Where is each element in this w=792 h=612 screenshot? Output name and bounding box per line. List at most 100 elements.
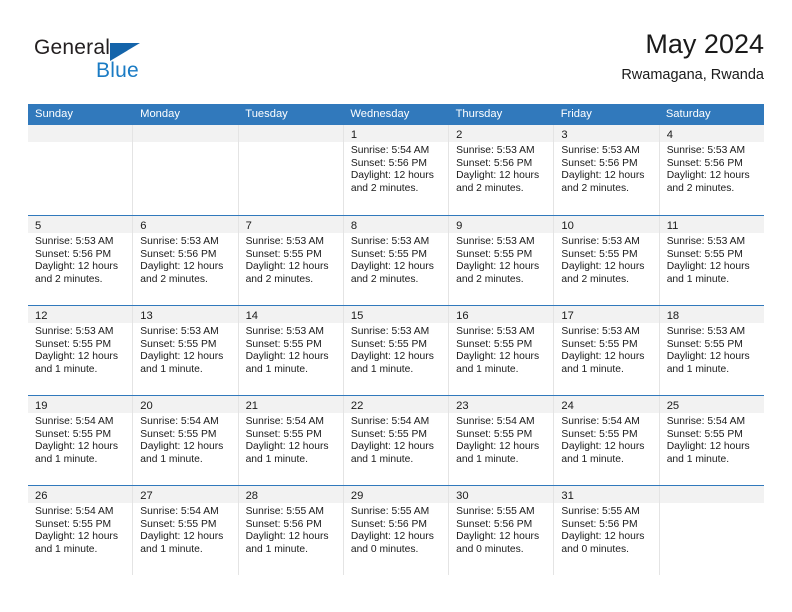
page-title: May 2024 (645, 29, 764, 59)
daylight-text-line1: Daylight: 12 hours (350, 261, 434, 273)
day-cell[interactable]: 25 Sunrise: 5:54 AM Sunset: 5:55 PM Dayligh… (658, 396, 764, 485)
day-cell[interactable]: 30 Sunrise: 5:55 AM Sunset: 5:56 PM Dayligh… (448, 486, 554, 575)
day-cell[interactable]: 13 Sunrise: 5:53 AM Sunset: 5:55 PM Dayligh… (132, 306, 238, 395)
day-cell[interactable]: 12 Sunrise: 5:53 AM Sunset: 5:55 PM Dayligh… (28, 306, 133, 395)
day-info: Sunrise: 5:54 AM Sunset: 5:55 PM Daylight:… (344, 413, 448, 466)
sunrise-text: Sunrise: 5:54 AM (561, 416, 640, 427)
day-cell[interactable]: 19 Sunrise: 5:54 AM Sunset: 5:55 PM Dayligh… (28, 396, 133, 485)
day-cell[interactable]: 6 Sunrise: 5:53 AM Sunset: 5:56 PM Daylight… (132, 216, 238, 305)
day-cell[interactable]: 16 Sunrise: 5:53 AM Sunset: 5:55 PM Dayligh… (448, 306, 554, 395)
calendar-page: General Blue May 2024 Rwamagana, Rwanda … (0, 0, 792, 612)
daylight-text-line1: Daylight: 12 hours (245, 441, 329, 453)
sunset-text: Sunset: 5:55 PM (35, 338, 112, 350)
sunset-text: Sunset: 5:55 PM (350, 428, 427, 440)
sunset-text: Sunset: 5:56 PM (561, 157, 638, 169)
day-cell[interactable]: 5 Sunrise: 5:53 AM Sunset: 5:56 PM Daylight… (28, 216, 133, 305)
daylight-text-line2: and 1 minute. (140, 543, 203, 555)
day-cell[interactable]: 3 Sunrise: 5:53 AM Sunset: 5:56 PM Daylight… (553, 125, 659, 215)
day-cell[interactable]: 22 Sunrise: 5:54 AM Sunset: 5:55 PM Dayligh… (342, 396, 449, 485)
day-info: Sunrise: 5:53 AM Sunset: 5:55 PM Daylight:… (449, 323, 553, 376)
day-number-band: 7 (238, 216, 343, 233)
day-number: 10 (561, 220, 574, 232)
week-row: 12 Sunrise: 5:53 AM Sunset: 5:55 PM Dayligh… (28, 305, 764, 395)
general-blue-logo[interactable]: General Blue (34, 36, 214, 92)
day-number: 8 (350, 220, 358, 232)
day-cell[interactable]: 31 Sunrise: 5:55 AM Sunset: 5:56 PM Dayligh… (553, 486, 659, 575)
day-cell[interactable]: 1 Sunrise: 5:54 AM Sunset: 5:56 PM Daylight… (342, 125, 449, 215)
sunrise-text: Sunrise: 5:54 AM (140, 416, 219, 427)
day-info: Sunrise: 5:54 AM Sunset: 5:55 PM Daylight:… (133, 413, 237, 466)
daylight-text-line1: Daylight: 12 hours (456, 531, 540, 543)
day-number-band: 30 (449, 486, 554, 503)
daylight-text-line2: and 1 minute. (140, 363, 203, 375)
day-cell[interactable]: 17 Sunrise: 5:53 AM Sunset: 5:55 PM Dayligh… (553, 306, 659, 395)
day-number: 4 (666, 129, 673, 141)
day-cell[interactable]: 18 Sunrise: 5:53 AM Sunset: 5:55 PM Dayligh… (658, 306, 764, 395)
day-cell[interactable]: 28 Sunrise: 5:55 AM Sunset: 5:56 PM Dayligh… (237, 486, 343, 575)
daylight-text-line2: and 1 minute. (666, 273, 730, 285)
daylight-text-line1: Daylight: 12 hours (456, 261, 540, 273)
day-number-band: 19 (28, 396, 133, 413)
day-cell[interactable]: 23 Sunrise: 5:54 AM Sunset: 5:55 PM Dayligh… (448, 396, 554, 485)
day-cell[interactable]: 9 Sunrise: 5:53 AM Sunset: 5:55 PM Daylight… (448, 216, 554, 305)
weekday-saturday: Saturday (665, 108, 711, 120)
day-cell[interactable]: 14 Sunrise: 5:53 AM Sunset: 5:55 PM Dayligh… (237, 306, 343, 395)
day-info: Sunrise: 5:55 AM Sunset: 5:56 PM Daylight:… (239, 503, 343, 556)
daylight-text-line2: and 1 minute. (35, 453, 98, 465)
daylight-text-line1: Daylight: 12 hours (456, 441, 540, 453)
day-cell[interactable]: 11 Sunrise: 5:53 AM Sunset: 5:55 PM Dayligh… (658, 216, 764, 305)
day-number-band: 14 (238, 306, 343, 323)
sunrise-text: Sunrise: 5:53 AM (561, 145, 640, 156)
sunset-text: Sunset: 5:55 PM (456, 338, 533, 350)
sunset-text: Sunset: 5:55 PM (666, 338, 743, 350)
day-cell[interactable]: 29 Sunrise: 5:55 AM Sunset: 5:56 PM Dayligh… (342, 486, 449, 575)
sunset-text: Sunset: 5:56 PM (140, 248, 217, 260)
day-number-band (28, 125, 133, 142)
day-number-band: 24 (554, 396, 659, 413)
daylight-text-line1: Daylight: 12 hours (561, 170, 645, 182)
day-number: 16 (456, 310, 469, 322)
sunset-text: Sunset: 5:55 PM (666, 248, 743, 260)
day-cell[interactable]: 24 Sunrise: 5:54 AM Sunset: 5:55 PM Dayligh… (553, 396, 659, 485)
day-number: 21 (245, 400, 259, 412)
daylight-text-line2: and 1 minute. (245, 363, 308, 375)
day-number: 24 (561, 400, 574, 412)
day-cell[interactable]: 4 Sunrise: 5:53 AM Sunset: 5:56 PM Daylight… (658, 125, 764, 215)
day-cell[interactable]: 2 Sunrise: 5:53 AM Sunset: 5:56 PM Daylight… (448, 125, 554, 215)
day-number-band: 8 (343, 216, 449, 233)
day-cell-empty (28, 125, 133, 215)
daylight-text-line1: Daylight: 12 hours (140, 351, 224, 363)
sunrise-text: Sunrise: 5:53 AM (350, 236, 430, 247)
day-info: Sunrise: 5:54 AM Sunset: 5:55 PM Daylight:… (554, 413, 658, 466)
week-row: 1 Sunrise: 5:54 AM Sunset: 5:56 PM Daylight… (28, 125, 764, 215)
day-number: 5 (35, 220, 42, 232)
daylight-text-line2: and 1 minute. (666, 363, 730, 375)
page-header: General Blue May 2024 Rwamagana, Rwanda (28, 28, 764, 98)
day-number: 7 (245, 220, 252, 232)
logo-text-general: General (34, 36, 111, 59)
sunset-text: Sunset: 5:56 PM (350, 518, 427, 530)
day-info: Sunrise: 5:54 AM Sunset: 5:55 PM Daylight:… (133, 503, 237, 556)
day-cell[interactable]: 21 Sunrise: 5:54 AM Sunset: 5:55 PM Dayligh… (237, 396, 343, 485)
day-number-band: 3 (554, 125, 659, 142)
day-cell[interactable]: 20 Sunrise: 5:54 AM Sunset: 5:55 PM Dayligh… (132, 396, 238, 485)
sunrise-text: Sunrise: 5:53 AM (35, 236, 114, 247)
day-number-band: 29 (343, 486, 449, 503)
day-cell[interactable]: 8 Sunrise: 5:53 AM Sunset: 5:55 PM Daylight… (342, 216, 449, 305)
day-number: 17 (561, 310, 574, 322)
sunset-text: Sunset: 5:55 PM (561, 248, 638, 260)
sunset-text: Sunset: 5:55 PM (350, 338, 427, 350)
day-cell[interactable]: 27 Sunrise: 5:54 AM Sunset: 5:55 PM Dayligh… (132, 486, 238, 575)
sunset-text: Sunset: 5:56 PM (456, 157, 533, 169)
daylight-text-line1: Daylight: 12 hours (35, 261, 118, 273)
day-info: Sunrise: 5:54 AM Sunset: 5:55 PM Daylight:… (239, 413, 343, 466)
day-cell[interactable]: 7 Sunrise: 5:53 AM Sunset: 5:55 PM Daylight… (237, 216, 343, 305)
day-number: 27 (140, 490, 153, 502)
day-cell[interactable]: 26 Sunrise: 5:54 AM Sunset: 5:55 PM Dayligh… (28, 486, 133, 575)
day-number: 30 (456, 490, 469, 502)
daylight-text-line1: Daylight: 12 hours (666, 351, 750, 363)
day-cell[interactable]: 10 Sunrise: 5:53 AM Sunset: 5:55 PM Dayligh… (553, 216, 659, 305)
sunset-text: Sunset: 5:55 PM (456, 248, 533, 260)
sunrise-text: Sunrise: 5:53 AM (561, 236, 640, 247)
day-cell[interactable]: 15 Sunrise: 5:53 AM Sunset: 5:55 PM Dayligh… (342, 306, 449, 395)
